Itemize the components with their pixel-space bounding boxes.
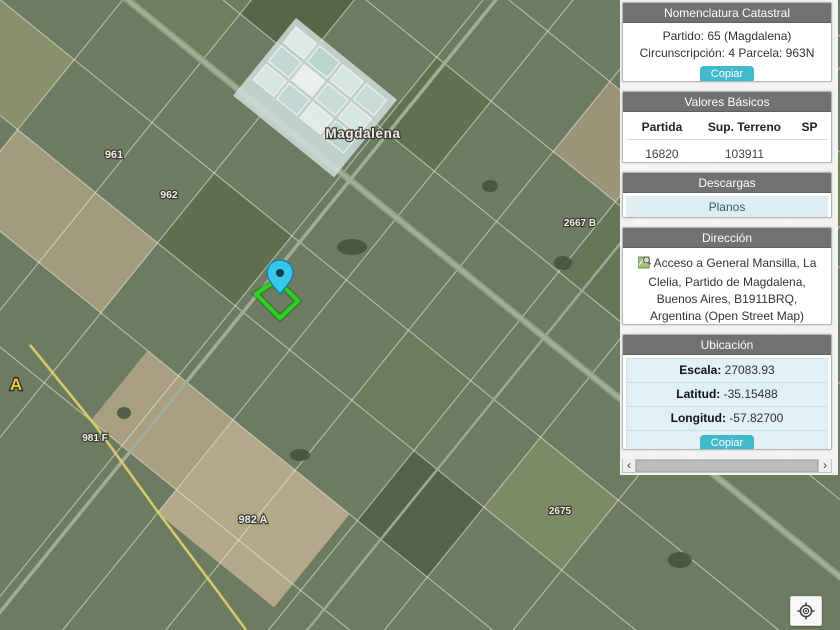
route-shield-label: A — [10, 375, 22, 394]
col-sup-terreno: Sup. Terreno — [696, 114, 793, 141]
cell-partida: 16820 — [645, 147, 679, 162]
direccion-text: Acceso a General Mansilla, La Clelia, Pa… — [648, 255, 817, 323]
escala-value: 27083.93 — [724, 362, 775, 377]
circunscripcion-text: Circunscripción: 4 Parcela: 963N — [639, 46, 815, 60]
nomenclatura-card: Nomenclatura Catastral Partido: 65 (Magd… — [622, 2, 832, 83]
col-sp: SP — [792, 114, 827, 141]
latitud-row: Latitud: -35.15488 — [627, 383, 827, 407]
latitud-label: Latitud: — [676, 386, 721, 401]
longitud-label: Longitud: — [670, 410, 726, 425]
scroll-left-arrow[interactable]: ‹ — [623, 459, 636, 473]
cell-sp — [792, 140, 827, 162]
escala-label: Escala: — [679, 362, 722, 377]
descargas-header: Descargas — [623, 173, 831, 194]
copy-ubicacion-button[interactable]: Copiar — [699, 434, 755, 450]
longitud-value: -57.82700 — [729, 410, 784, 425]
direccion-card: Dirección Acceso a General Mansilla, La … — [622, 226, 832, 325]
scrollbar-thumb[interactable] — [636, 460, 818, 472]
partido-text: Partido: 65 (Magdalena) — [662, 29, 792, 43]
scroll-right-arrow[interactable]: › — [818, 459, 831, 473]
valores-header: Valores Básicos — [623, 92, 831, 113]
escala-row: Escala: 27083.93 — [627, 359, 827, 383]
latitud-value: -35.15488 — [723, 386, 778, 401]
target-icon — [797, 602, 815, 620]
parcel-label: 961 — [105, 149, 123, 161]
info-sidebar: Nomenclatura Catastral Partido: 65 (Magd… — [620, 0, 838, 475]
geolocate-button[interactable] — [790, 596, 822, 626]
parcel-label: 982 A — [239, 514, 268, 526]
app-window: Magdalena 961 962 2667 B 981 F 982 A 267… — [0, 0, 840, 630]
copy-nomenclatura-button[interactable]: Copiar — [699, 66, 755, 82]
planos-link[interactable]: Planos — [626, 196, 828, 217]
descargas-card: Descargas Planos — [622, 172, 832, 218]
nomenclatura-header: Nomenclatura Catastral — [623, 3, 831, 23]
ubicacion-header: Ubicación — [623, 334, 831, 355]
valores-table: Partida Sup. Terreno SP 16820 103911 — [623, 112, 831, 162]
parcel-label: 2667 B — [564, 218, 596, 229]
col-partida: Partida — [627, 114, 697, 141]
parcel-label: 962 — [160, 189, 178, 201]
town-label: Magdalena — [325, 126, 400, 141]
osm-map-icon — [637, 256, 651, 274]
parcel-label: 981 F — [82, 433, 108, 444]
cell-sup-terreno: 103911 — [724, 147, 765, 162]
parcel-label: 2675 — [549, 506, 572, 517]
longitud-row: Longitud: -57.82700 — [627, 407, 827, 431]
direccion-header: Dirección — [623, 227, 831, 248]
sidebar-horizontal-scrollbar[interactable]: ‹ › — [622, 459, 832, 473]
valores-card: Valores Básicos Partida Sup. Terreno SP … — [622, 91, 832, 164]
ubicacion-card: Ubicación Escala: 27083.93 Latitud: -35.… — [622, 333, 832, 451]
